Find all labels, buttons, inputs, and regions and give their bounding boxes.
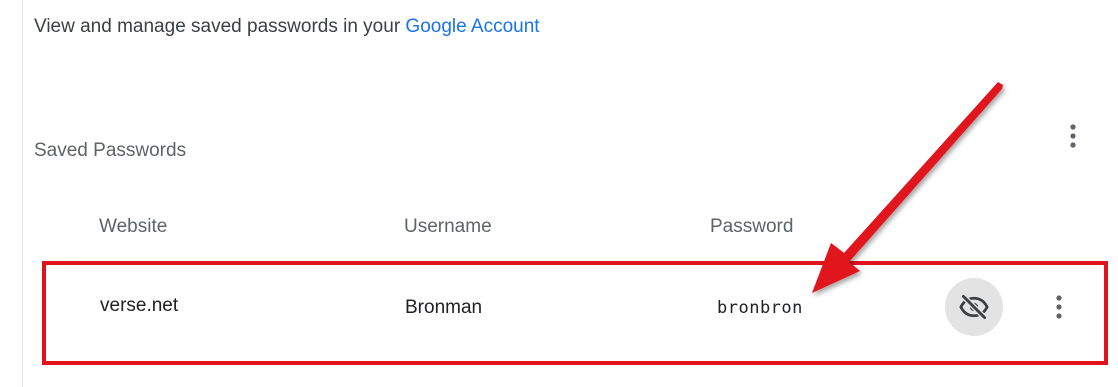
passwords-panel bbox=[22, 0, 1118, 387]
more-vert-icon bbox=[1070, 124, 1076, 148]
google-account-link[interactable]: Google Account bbox=[405, 16, 539, 37]
row-username: Bronman bbox=[405, 297, 483, 318]
section-title: Saved Passwords bbox=[34, 140, 187, 161]
column-header-username: Username bbox=[404, 216, 492, 237]
more-vert-icon bbox=[1056, 295, 1062, 319]
saved-passwords-menu-button[interactable] bbox=[1060, 121, 1086, 151]
row-password: bronbron bbox=[717, 298, 803, 318]
column-header-website: Website bbox=[99, 216, 168, 237]
row-website: verse.net bbox=[100, 295, 179, 316]
visibility-off-icon bbox=[959, 293, 989, 321]
intro-text: View and manage saved passwords in your … bbox=[34, 16, 540, 38]
row-menu-button[interactable] bbox=[1046, 292, 1072, 322]
intro-label: View and manage saved passwords in your bbox=[34, 16, 406, 37]
column-header-password: Password bbox=[710, 216, 794, 237]
toggle-password-visibility-button[interactable] bbox=[945, 278, 1003, 336]
